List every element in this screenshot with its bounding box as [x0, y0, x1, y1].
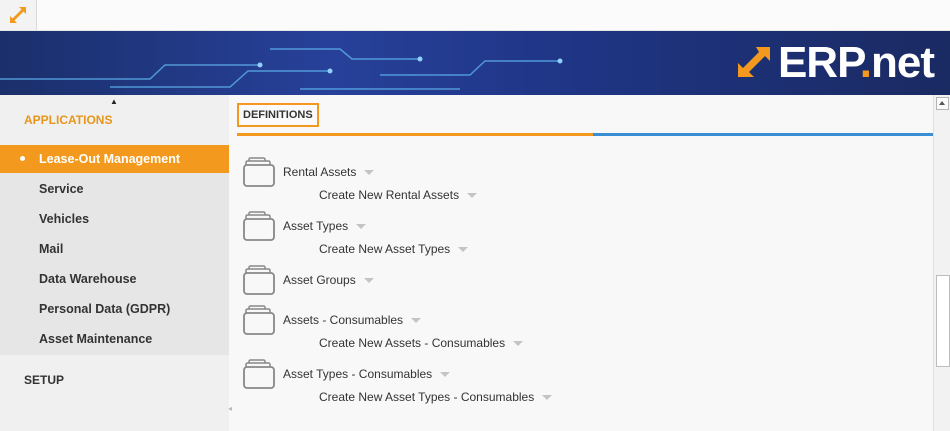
caret-down-icon[interactable] [513, 341, 524, 347]
scroll-up-arrow-icon[interactable] [936, 97, 949, 110]
sidebar: ▲ APPLICATIONS Lease-Out Management Serv… [0, 95, 229, 431]
entry-sub-text: Create New Asset Types - Consumables [319, 390, 535, 404]
logo-text-erp: ERP [777, 38, 861, 87]
caret-down-icon[interactable] [364, 170, 375, 176]
sidebar-item-label: Asset Maintenance [39, 332, 153, 346]
sidebar-item-lease-out-management[interactable]: Lease-Out Management [0, 145, 229, 173]
erp-logo: ERP.net [736, 38, 935, 87]
tab-definitions[interactable]: DEFINITIONS [237, 103, 319, 127]
entry-title-text: Asset Types - Consumables [283, 367, 433, 381]
triangle-up-icon[interactable]: ▲ [110, 97, 118, 106]
folder-icon [243, 359, 275, 389]
logo-text-net: net [871, 38, 935, 87]
asset-types-consumables-link[interactable]: Asset Types - Consumables [283, 367, 451, 381]
rental-assets-link[interactable]: Rental Assets [283, 165, 375, 179]
expand-arrow-icon [10, 7, 26, 23]
sidebar-item-mail[interactable]: Mail [0, 235, 229, 263]
sidebar-item-label: Personal Data (GDPR) [39, 302, 171, 316]
small-arrow-icon: ◂ [228, 404, 233, 413]
caret-down-icon[interactable] [542, 395, 553, 401]
sidebar-item-service[interactable]: Service [0, 175, 229, 203]
caret-down-icon[interactable] [411, 318, 422, 324]
entry-sub-text: Create New Rental Assets [319, 188, 460, 202]
assets-consumables-link[interactable]: Assets - Consumables [283, 313, 422, 327]
entry-title-text: Asset Groups [283, 273, 356, 287]
expand-button[interactable] [0, 0, 37, 30]
create-new-assets-consumables-link[interactable]: Create New Assets - Consumables [319, 336, 524, 350]
erp-logo-arrow-icon [737, 47, 770, 77]
entry-title-text: Assets - Consumables [283, 313, 404, 327]
top-bar [0, 0, 950, 31]
asset-types-link[interactable]: Asset Types [283, 219, 367, 233]
active-bullet-icon [20, 156, 25, 161]
entry-sub-text: Create New Asset Types [319, 242, 451, 256]
folder-icon [243, 211, 275, 241]
entry-sub-text: Create New Assets - Consumables [319, 336, 506, 350]
entry-title-text: Asset Types [283, 219, 349, 233]
create-new-asset-types-link[interactable]: Create New Asset Types [319, 242, 469, 256]
sidebar-item-label: Data Warehouse [39, 272, 137, 286]
sidebar-item-vehicles[interactable]: Vehicles [0, 205, 229, 233]
create-new-rental-assets-link[interactable]: Create New Rental Assets [319, 188, 478, 202]
tab-divider-blue [593, 133, 933, 136]
caret-down-icon[interactable] [440, 372, 451, 378]
sidebar-item-data-warehouse[interactable]: Data Warehouse [0, 265, 229, 293]
setup-heading[interactable]: SETUP [24, 373, 64, 387]
applications-panel: Lease-Out Management Service Vehicles Ma… [0, 145, 229, 355]
entry-title-text: Rental Assets [283, 165, 357, 179]
sidebar-item-label: Mail [39, 242, 64, 256]
sidebar-item-asset-maintenance[interactable]: Asset Maintenance [0, 325, 229, 353]
folder-icon [243, 305, 275, 335]
caret-down-icon[interactable] [467, 193, 478, 199]
asset-groups-link[interactable]: Asset Groups [283, 273, 374, 287]
caret-down-icon[interactable] [458, 247, 469, 253]
header-banner: ERP.net [0, 31, 950, 95]
sidebar-item-label: Vehicles [39, 212, 90, 226]
scroll-thumb[interactable] [936, 275, 950, 367]
sidebar-item-label: Service [39, 182, 84, 196]
create-new-asset-types-consumables-link[interactable]: Create New Asset Types - Consumables [319, 390, 553, 404]
sidebar-item-label: Lease-Out Management [39, 152, 181, 166]
applications-heading[interactable]: APPLICATIONS [24, 113, 112, 127]
caret-down-icon[interactable] [356, 224, 367, 230]
folder-icon [243, 157, 275, 187]
vertical-scrollbar[interactable] [933, 95, 950, 431]
caret-down-icon[interactable] [363, 278, 374, 284]
sidebar-item-personal-data-gdpr[interactable]: Personal Data (GDPR) [0, 295, 229, 323]
logo-text-dot: . [859, 38, 872, 87]
main-content: DEFINITIONS Rental Assets Create New Ren… [229, 95, 933, 431]
tab-divider-orange [237, 133, 593, 136]
folder-icon [243, 265, 275, 295]
